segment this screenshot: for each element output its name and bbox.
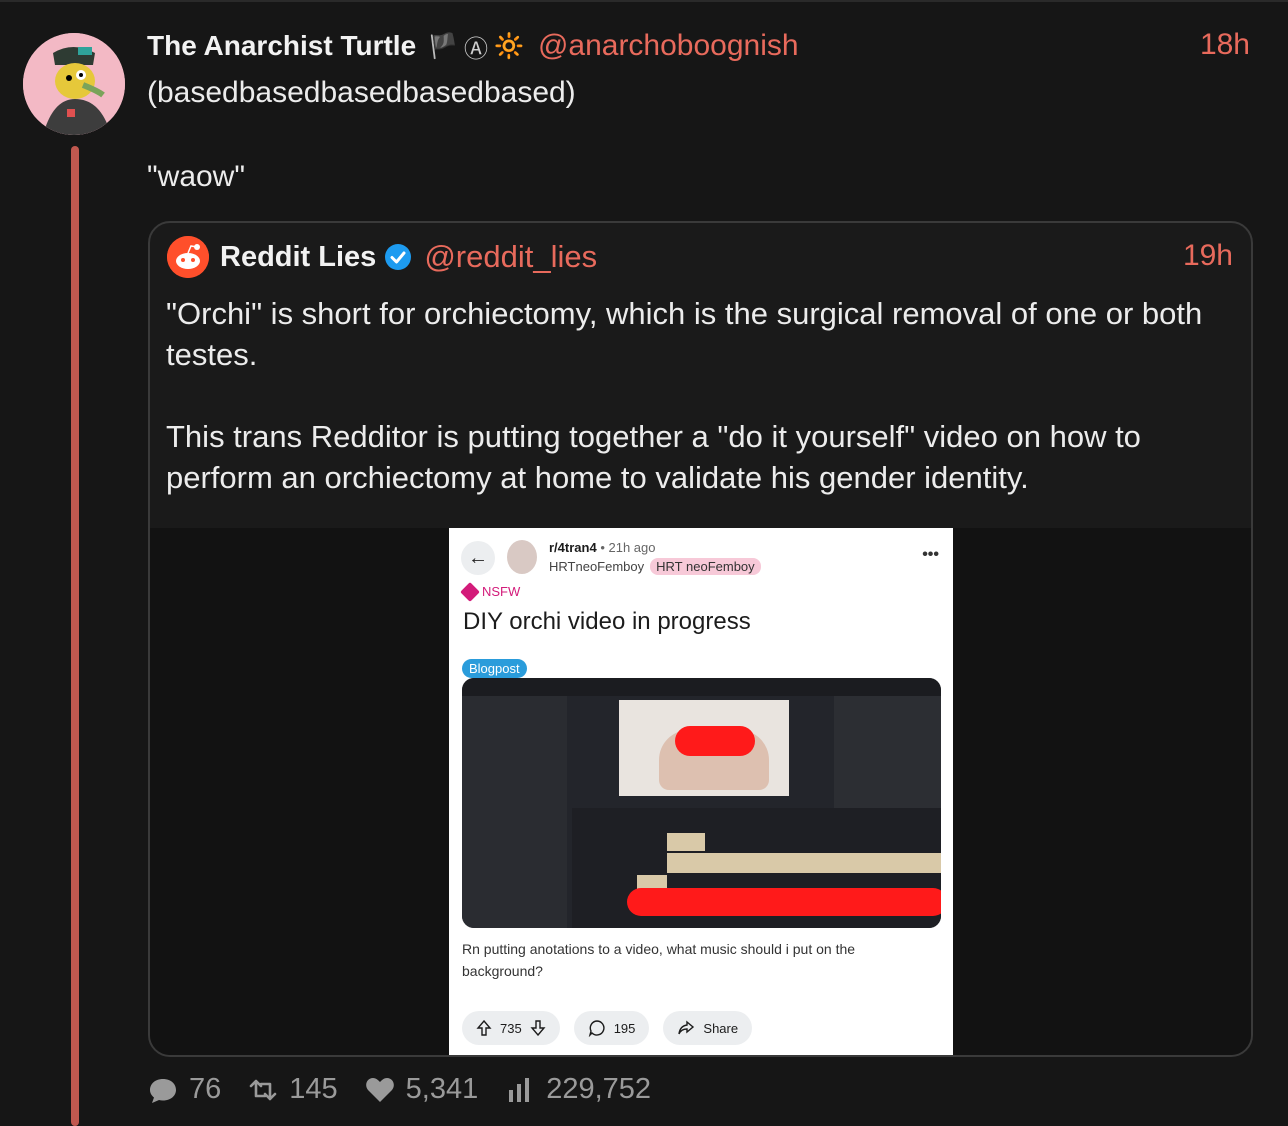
post-text: "waow" <box>147 160 245 193</box>
repost-count: 145 <box>289 1073 338 1105</box>
author-handle[interactable]: @anarchoboognish <box>538 29 799 63</box>
quoted-post[interactable]: Reddit Lies @reddit_lies 19h "Orchi" is … <box>148 221 1253 1057</box>
verified-badge-icon <box>385 244 412 270</box>
video-editor-image <box>462 678 941 928</box>
downvote-icon <box>530 1020 546 1036</box>
repost-button[interactable]: 145 <box>247 1073 338 1106</box>
redaction-mark <box>627 888 941 916</box>
quoted-time[interactable]: 19h <box>1183 239 1233 273</box>
speech-bubble-icon <box>150 1078 176 1103</box>
quoted-author-handle[interactable]: @reddit_lies <box>424 239 597 275</box>
subreddit-name: r/4tran4 <box>549 540 597 555</box>
post-header: The Anarchist Turtle 🏴 Ⓐ 🔆 @anarchoboogn… <box>147 28 799 64</box>
redaction-mark <box>675 726 755 756</box>
comment-icon <box>588 1020 605 1037</box>
nsfw-text: NSFW <box>482 584 521 599</box>
share-arrow-icon <box>678 1020 695 1035</box>
editor-media-pool <box>462 696 567 928</box>
reddit-user-line: HRTneoFemboy HRT neoFemboy <box>549 558 761 575</box>
comment-count: 195 <box>613 1020 636 1036</box>
timeline-clip <box>667 853 941 873</box>
reddit-user-avatar <box>507 540 537 574</box>
reply-count: 76 <box>189 1073 222 1105</box>
post-age: • 21h ago <box>600 540 656 555</box>
bar-chart-icon <box>509 1077 530 1102</box>
nsfw-label: NSFW <box>460 581 521 602</box>
author-flags: 🏴 Ⓐ 🔆 <box>428 29 524 64</box>
thread-line <box>71 146 79 1126</box>
comments-pill: 195 <box>573 1011 650 1045</box>
quoted-header: Reddit Lies @reddit_lies <box>220 237 597 277</box>
user-flair: HRT neoFemboy <box>650 558 761 575</box>
view-count: 229,752 <box>546 1073 652 1105</box>
more-options-icon: ••• <box>922 546 939 563</box>
reddit-subreddit-line: r/4tran4 • 21h ago <box>549 540 655 555</box>
share-pill: Share <box>663 1011 753 1045</box>
reddit-actions: 735 195 Share <box>462 1011 753 1045</box>
vote-pill: 735 <box>462 1011 560 1045</box>
editor-inspector <box>834 696 941 816</box>
quoted-media[interactable]: ← r/4tran4 • 21h ago HRTneoFemboy HRT ne… <box>150 528 1251 1055</box>
editor-viewer <box>619 700 789 796</box>
reddit-post-body: Rn putting anotations to a video, what m… <box>462 941 856 979</box>
like-count: 5,341 <box>405 1073 479 1105</box>
author-name[interactable]: The Anarchist Turtle <box>147 30 416 62</box>
share-label: Share <box>703 1020 739 1036</box>
repost-icon <box>249 1079 277 1100</box>
post-display-suffix: (basedbasedbasedbasedbased) <box>147 76 576 109</box>
upvote-count: 735 <box>500 1020 522 1036</box>
reply-button[interactable]: 76 <box>147 1073 221 1106</box>
views-button[interactable]: 229,752 <box>504 1073 651 1106</box>
back-arrow-icon: ← <box>461 541 495 575</box>
top-divider <box>0 0 1288 2</box>
upvote-icon <box>476 1020 492 1036</box>
sun-icon: 🔆 <box>494 32 524 60</box>
editor-toolbar <box>462 678 941 696</box>
anarchy-icon: Ⓐ <box>464 35 489 63</box>
timeline-clip <box>667 833 705 851</box>
reddit-screenshot[interactable]: ← r/4tran4 • 21h ago HRTneoFemboy HRT ne… <box>449 528 953 1055</box>
quoted-author-name[interactable]: Reddit Lies <box>220 241 376 274</box>
turtle-avatar-icon <box>23 33 125 135</box>
heart-icon <box>365 1077 394 1102</box>
post-flair-tag: Blogpost <box>462 659 527 678</box>
nsfw-icon <box>460 581 480 602</box>
author-avatar[interactable] <box>23 33 125 135</box>
quoted-paragraph: "Orchi" is short for orchiectomy, which … <box>166 296 1203 372</box>
post-time[interactable]: 18h <box>1200 28 1250 62</box>
reddit-post-title: DIY orchi video in progress <box>463 608 751 635</box>
reddit-username: HRTneoFemboy <box>549 559 645 574</box>
quoted-paragraph: This trans Redditor is putting together … <box>166 419 1141 495</box>
black-flag-icon: 🏴 <box>428 32 459 60</box>
reddit-logo-icon <box>167 236 209 278</box>
like-button[interactable]: 5,341 <box>364 1073 479 1106</box>
engagement-bar: 76 145 5,341 229,752 <box>147 1073 677 1106</box>
quoted-text: "Orchi" is short for orchiectomy, which … <box>166 293 1246 539</box>
quoted-author-avatar[interactable] <box>167 236 209 278</box>
